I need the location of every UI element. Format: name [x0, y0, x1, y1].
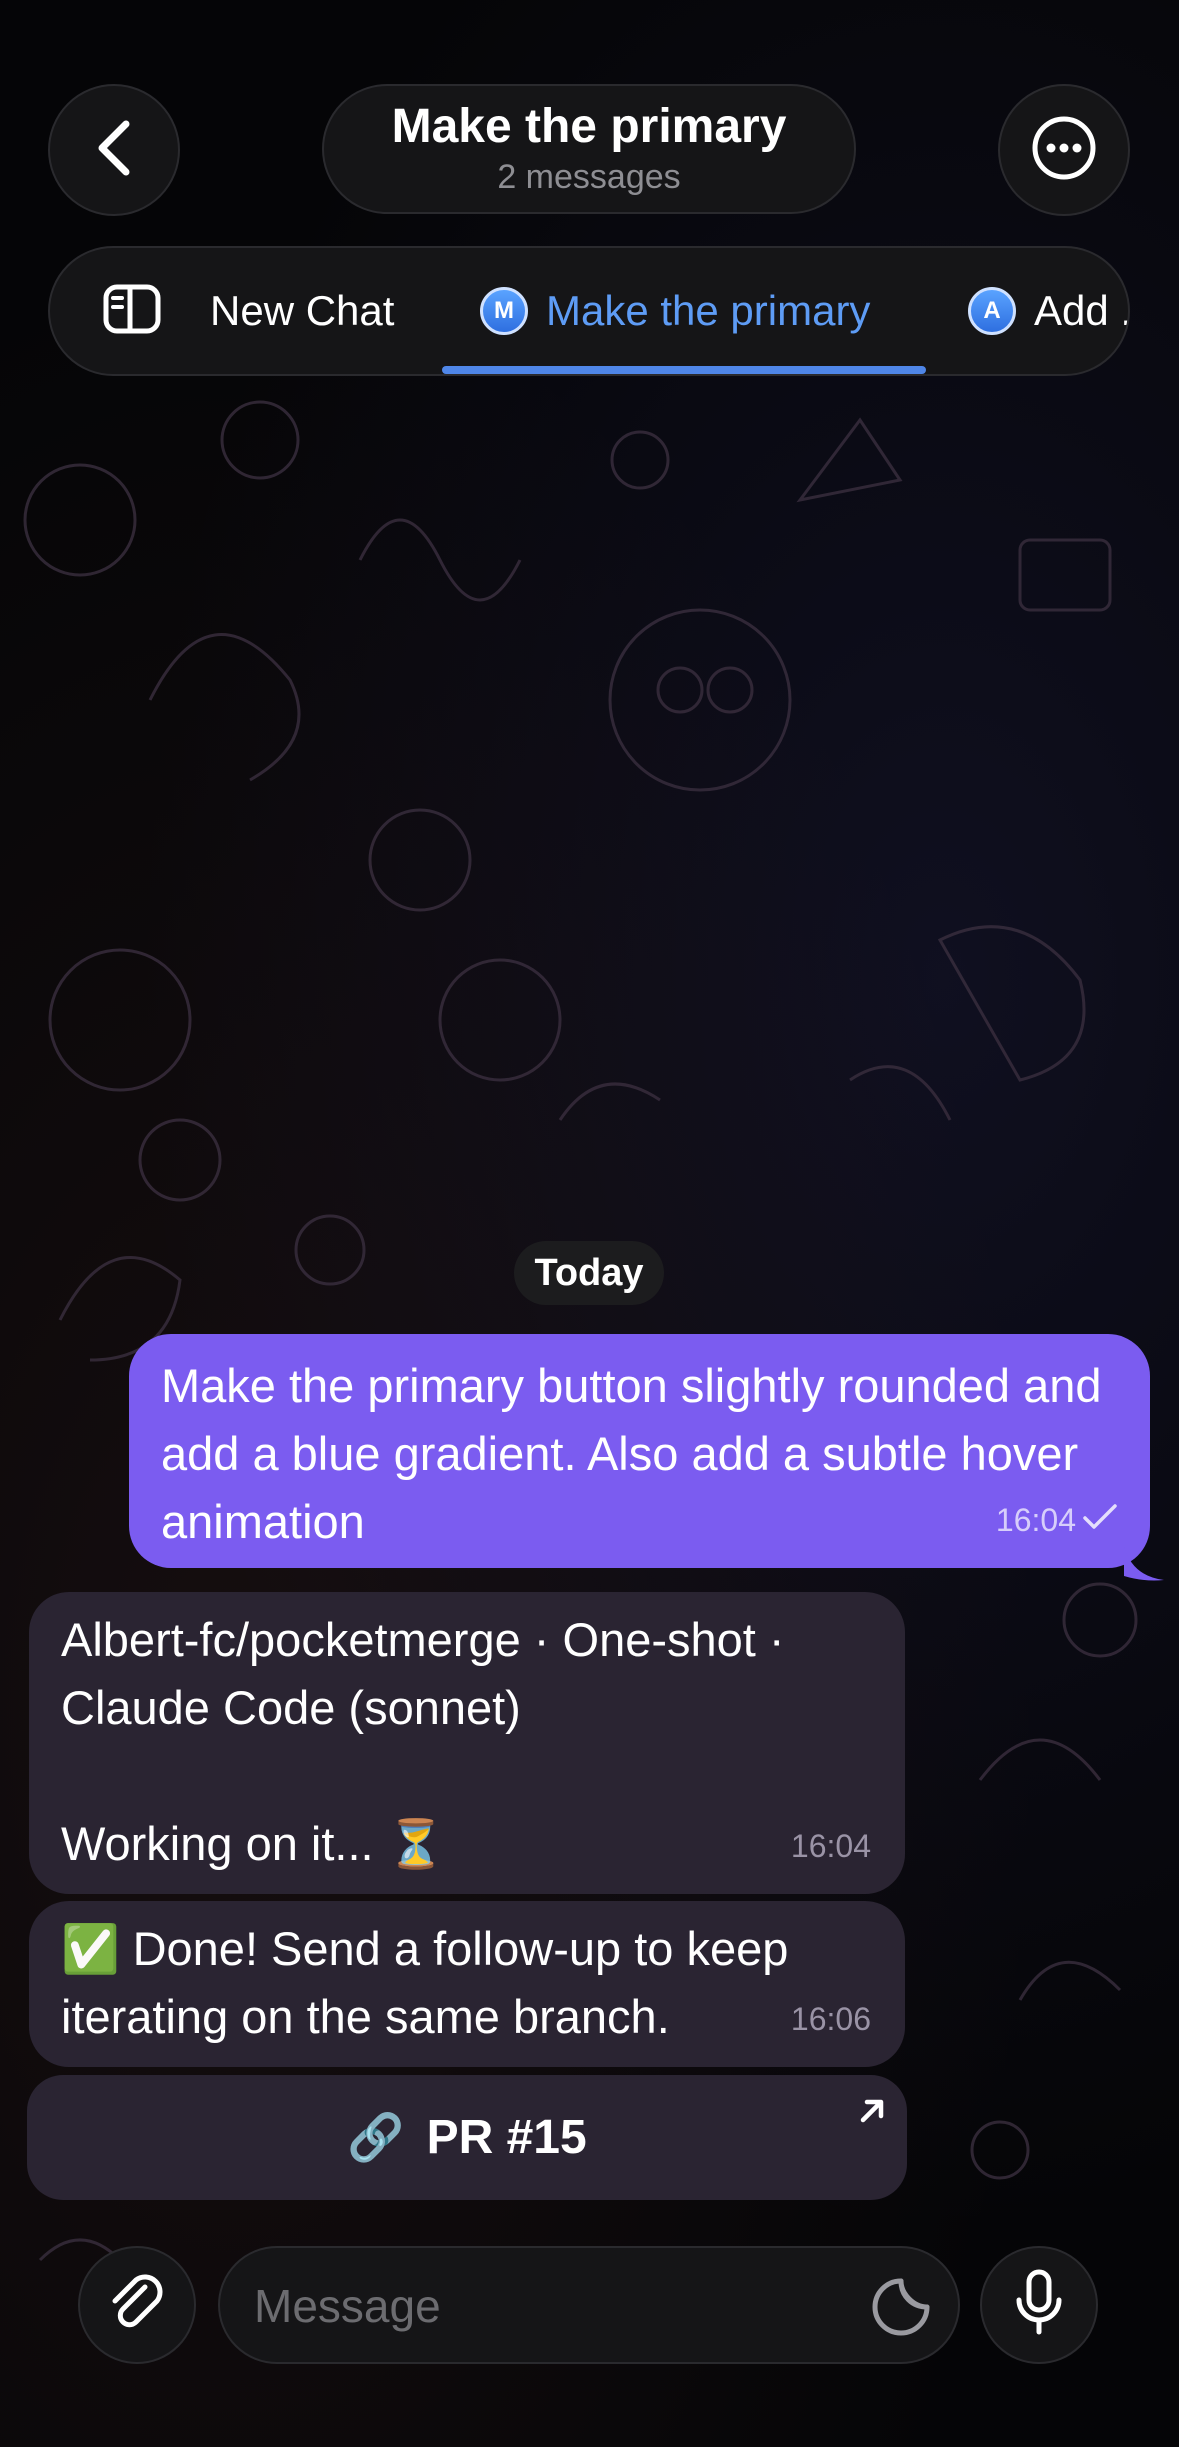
bubble-tail	[1124, 1532, 1164, 1581]
paperclip-icon	[105, 2271, 169, 2340]
incoming-message[interactable]: Albert-fc/pocketmerge · One-shot · Claud…	[29, 1592, 905, 1894]
message-text: ✅ Done! Send a follow-up to keep iterati…	[61, 1922, 789, 2043]
date-divider: Today	[514, 1241, 664, 1305]
check-icon	[1082, 1486, 1118, 1554]
chevron-left-icon	[92, 118, 136, 183]
link-icon: 🔗	[347, 2111, 405, 2163]
chat-title: Make the primary	[391, 100, 787, 154]
message-count: 2 messages	[497, 157, 681, 196]
message-meta: 16:04	[996, 1486, 1118, 1554]
attach-button[interactable]	[78, 2246, 196, 2364]
ellipsis-icon	[1030, 114, 1098, 187]
message-time: 16:04	[790, 1828, 871, 1864]
chat-title-pill[interactable]: Make the primary 2 messages	[322, 84, 856, 214]
tab-label: Make the primary	[546, 287, 871, 334]
avatar: M	[480, 287, 528, 335]
tab-label: Add ...	[1034, 287, 1128, 334]
tab-make-the-primary[interactable]: M Make the primary	[480, 248, 870, 374]
outgoing-message[interactable]: Make the primary button slightly rounded…	[129, 1334, 1164, 1581]
sidebar-icon	[102, 283, 162, 340]
tab-label: New Chat	[210, 287, 395, 334]
chat-tabs: New Chat M Make the primary A Add ...	[48, 246, 1130, 376]
message-header-text: Albert-fc/pocketmerge · One-shot · Claud…	[61, 1613, 785, 1734]
active-tab-indicator	[442, 366, 926, 374]
message-time: 16:06	[790, 2001, 871, 2037]
message-input[interactable]	[254, 2268, 834, 2344]
message-text: Make the primary button slightly rounded…	[161, 1359, 1102, 1548]
voice-message-button[interactable]	[980, 2246, 1098, 2364]
avatar: A	[968, 287, 1016, 335]
pr-label: PR #15	[426, 2111, 587, 2164]
back-button[interactable]	[48, 84, 180, 216]
pull-request-button[interactable]: 🔗 PR #15	[27, 2075, 907, 2200]
incoming-message[interactable]: ✅ Done! Send a follow-up to keep iterati…	[29, 1901, 905, 2067]
message-status-text: Working on it... ⏳	[61, 1817, 446, 1870]
sidebar-toggle-button[interactable]	[102, 248, 162, 374]
microphone-icon	[1011, 2268, 1067, 2343]
more-options-button[interactable]	[998, 84, 1130, 216]
message-input-wrapper	[218, 2246, 960, 2364]
tab-add[interactable]: A Add ...	[968, 248, 1128, 374]
arrow-up-right-icon	[855, 2085, 889, 2140]
message-time: 16:04	[995, 1502, 1076, 1538]
sticker-icon[interactable]	[870, 2276, 932, 2343]
tab-new-chat[interactable]: New Chat	[210, 248, 394, 374]
